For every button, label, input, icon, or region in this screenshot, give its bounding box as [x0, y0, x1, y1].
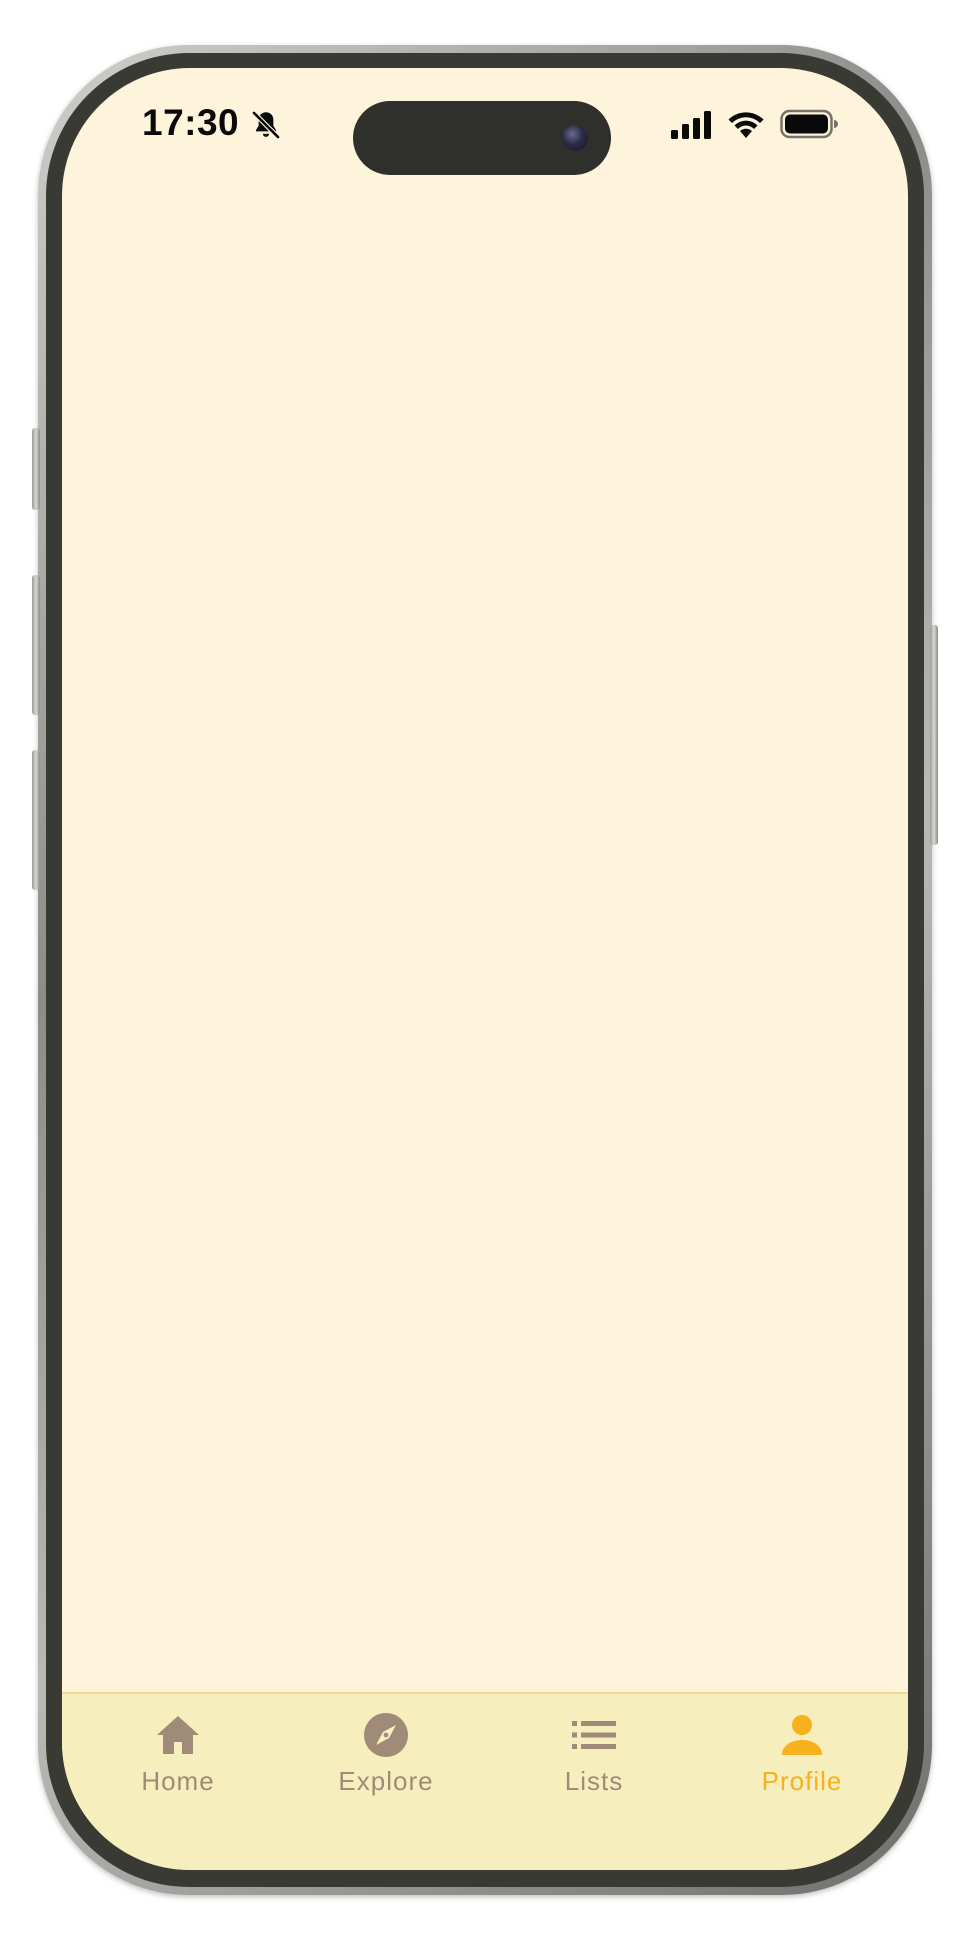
bell-muted-icon	[252, 111, 280, 139]
camera-lens	[562, 125, 588, 151]
wifi-icon	[728, 112, 764, 138]
tab-home-label: Home	[141, 1766, 215, 1796]
app-screen: 17:30 Home Explore Lists Profile	[62, 68, 908, 1870]
status-time: 17:30	[142, 102, 240, 143]
volume-down-button	[32, 750, 40, 890]
tab-profile[interactable]: Profile	[712, 1710, 892, 1810]
person-icon	[782, 1715, 822, 1755]
tab-profile-label: Profile	[761, 1766, 843, 1796]
tab-lists[interactable]: Lists	[504, 1710, 684, 1810]
battery-icon	[780, 109, 838, 139]
tab-explore-label: Explore	[338, 1766, 434, 1796]
action-button	[32, 428, 40, 510]
volume-up-button	[32, 575, 40, 715]
power-button	[930, 625, 938, 845]
tab-home[interactable]: Home	[88, 1710, 268, 1810]
tab-lists-label: Lists	[564, 1766, 624, 1796]
page: 17:30 Home Explore Lists Profile	[0, 0, 970, 1939]
home-icon	[157, 1716, 199, 1754]
signal-icon	[671, 111, 711, 139]
dynamic-island	[353, 101, 611, 175]
bottom-tab-bar: Home Explore Lists Profile	[62, 1692, 908, 1870]
tab-explore[interactable]: Explore	[296, 1710, 476, 1810]
compass-icon	[364, 1713, 408, 1757]
list-icon	[572, 1721, 616, 1749]
